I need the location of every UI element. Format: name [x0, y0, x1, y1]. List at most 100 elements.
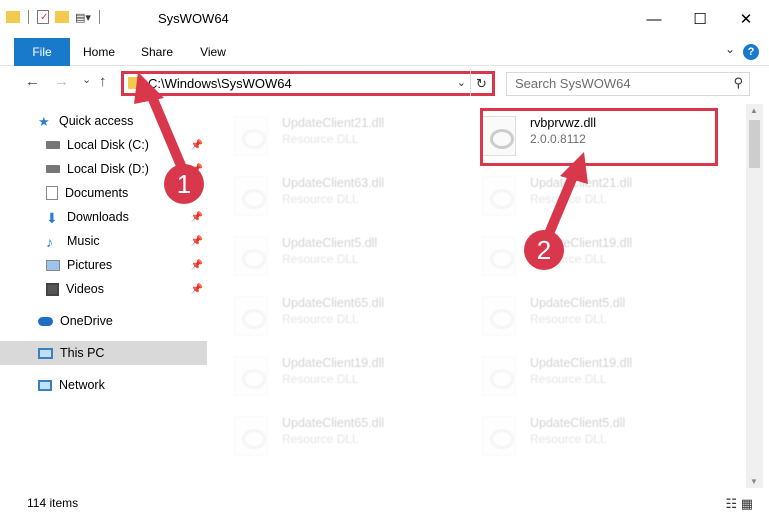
pictures-icon [46, 259, 60, 271]
address-dropdown-icon[interactable]: ⌄ [457, 76, 466, 89]
file-item[interactable]: UpdateClient19.dll Resource DLL [464, 350, 704, 404]
minimize-button[interactable]: — [631, 0, 677, 38]
sidebar-item-this-pc[interactable]: This PC [0, 341, 207, 365]
scroll-down-icon[interactable]: ▼ [750, 477, 758, 486]
file-type: Resource DLL [530, 432, 607, 446]
file-type: Resource DLL [282, 192, 359, 206]
dll-file-icon [482, 176, 516, 216]
file-name: UpdateClient65.dll [282, 416, 385, 430]
search-placeholder: Search SysWOW64 [515, 76, 631, 91]
file-name: UpdateClient5.dll [530, 416, 626, 430]
ribbon: File Home Share View ⌄ ? [0, 38, 769, 66]
search-box[interactable]: Search SysWOW64 ⚲ [506, 72, 750, 96]
dll-file-icon [234, 176, 268, 216]
sidebar-item-network[interactable]: Network [0, 373, 207, 397]
title-bar: ✓ ▤▾ SysWOW64 — ☐ ✕ [0, 0, 769, 38]
tab-view[interactable]: View [192, 38, 234, 66]
sidebar-item-pictures[interactable]: Pictures 📌 [0, 253, 207, 277]
sidebar-item-label: Videos [66, 282, 104, 296]
dll-file-icon [234, 116, 268, 156]
forward-button[interactable]: → [54, 73, 69, 90]
file-item[interactable]: UpdateClient21.dll Resource DLL [464, 170, 704, 224]
quick-access-toolbar: ✓ ▤▾ [6, 10, 102, 24]
pin-icon[interactable]: 📌 [191, 212, 203, 223]
network-icon [38, 379, 52, 391]
file-item[interactable]: UpdateClient21.dll Resource DLL [216, 110, 456, 164]
dll-file-icon [234, 236, 268, 276]
separator [28, 10, 29, 24]
tab-home[interactable]: Home [78, 38, 120, 66]
file-item[interactable]: UpdateClient65.dll Resource DLL [216, 290, 456, 344]
file-name: UpdateClient19.dll [530, 356, 633, 370]
file-item[interactable]: UpdateClient5.dll Resource DLL [464, 290, 704, 344]
documents-icon [46, 186, 58, 200]
file-type: Resource DLL [282, 252, 359, 266]
view-toggle-icons[interactable]: ☷ ▦ [725, 496, 753, 512]
computer-icon [38, 347, 53, 359]
dll-file-icon [234, 296, 268, 336]
file-item[interactable]: UpdateClient5.dll Resource DLL [464, 410, 704, 464]
sidebar-item-downloads[interactable]: ⬇ Downloads 📌 [0, 205, 207, 229]
up-button[interactable]: ↑ [99, 73, 107, 90]
scroll-up-icon[interactable]: ▲ [750, 106, 758, 115]
window-title: SysWOW64 [158, 11, 229, 26]
back-button[interactable]: ← [25, 73, 40, 90]
pin-icon[interactable]: 📌 [191, 140, 203, 151]
file-explorer-window: ✓ ▤▾ SysWOW64 — ☐ ✕ File Home Share View… [0, 0, 769, 527]
sidebar-item-label: Local Disk (D:) [67, 162, 149, 176]
file-name: UpdateClient63.dll [282, 176, 385, 190]
file-item[interactable]: UpdateClient19.dll Resource DLL [464, 230, 704, 284]
recent-locations-button[interactable]: ⌄ [82, 73, 91, 86]
file-item[interactable]: UpdateClient63.dll Resource DLL [216, 170, 456, 224]
refresh-button[interactable]: ↻ [470, 71, 492, 96]
sidebar-item-label: Downloads [67, 210, 129, 224]
download-icon: ⬇ [46, 210, 58, 226]
expand-ribbon-icon[interactable]: ⌄ [725, 42, 735, 56]
videos-icon [46, 282, 59, 296]
folder-icon [128, 77, 142, 89]
properties-icon[interactable]: ✓ [37, 10, 49, 24]
tab-file[interactable]: File [14, 38, 70, 66]
sidebar-item-label: Pictures [67, 258, 113, 272]
sidebar-item-quick-access[interactable]: ★ Quick access [0, 109, 207, 133]
pin-icon[interactable]: 📌 [191, 236, 203, 247]
sidebar-item-music[interactable]: ♪ Music 📌 [0, 229, 207, 253]
file-name: UpdateClient21.dll [282, 116, 385, 130]
tab-share[interactable]: Share [134, 38, 180, 66]
new-folder-icon[interactable] [55, 11, 69, 23]
address-path[interactable]: C:\Windows\SysWOW64 [148, 76, 292, 91]
file-type: Resource DLL [282, 132, 359, 146]
navigation-bar: ← → ⌄ ↑ C:\Windows\SysWOW64 ⌄ ↻ Search S… [0, 67, 769, 101]
sidebar-item-label: OneDrive [60, 314, 113, 328]
help-icon[interactable]: ? [743, 44, 759, 60]
sidebar-item-videos[interactable]: Videos 📌 [0, 277, 207, 301]
file-type: Resource DLL [530, 372, 607, 386]
maximize-button[interactable]: ☐ [677, 0, 723, 38]
drive-icon [46, 141, 60, 149]
search-icon[interactable]: ⚲ [733, 75, 743, 91]
dll-file-icon [482, 296, 516, 336]
file-item[interactable]: UpdateClient19.dll Resource DLL [216, 350, 456, 404]
file-type: Resource DLL [282, 312, 359, 326]
pin-icon[interactable]: 📌 [191, 284, 203, 295]
dll-file-icon [482, 236, 516, 276]
customize-toolbar-icon[interactable]: ▤▾ [75, 11, 91, 24]
sidebar-item-label: Network [59, 378, 105, 392]
pin-icon[interactable]: 📌 [191, 260, 203, 271]
sidebar-item-local-disk-c[interactable]: Local Disk (C:) 📌 [0, 133, 207, 157]
step-1-badge: 1 [164, 164, 204, 204]
dll-file-icon [482, 416, 516, 456]
vertical-scrollbar[interactable]: ▲ ▼ [746, 104, 763, 488]
sidebar-item-onedrive[interactable]: OneDrive [0, 309, 207, 333]
file-item[interactable]: UpdateClient65.dll Resource DLL [216, 410, 456, 464]
step-2-badge: 2 [524, 230, 564, 270]
scrollbar-thumb[interactable] [749, 120, 760, 168]
address-bar[interactable]: C:\Windows\SysWOW64 ⌄ ↻ [121, 71, 495, 96]
sidebar-item-label: This PC [60, 346, 105, 360]
file-item[interactable]: UpdateClient5.dll Resource DLL [216, 230, 456, 284]
cloud-icon [38, 316, 53, 326]
window-controls: — ☐ ✕ [631, 0, 769, 38]
close-button[interactable]: ✕ [723, 0, 769, 38]
file-type: Resource DLL [282, 432, 359, 446]
sidebar-item-label: Documents [65, 186, 129, 200]
